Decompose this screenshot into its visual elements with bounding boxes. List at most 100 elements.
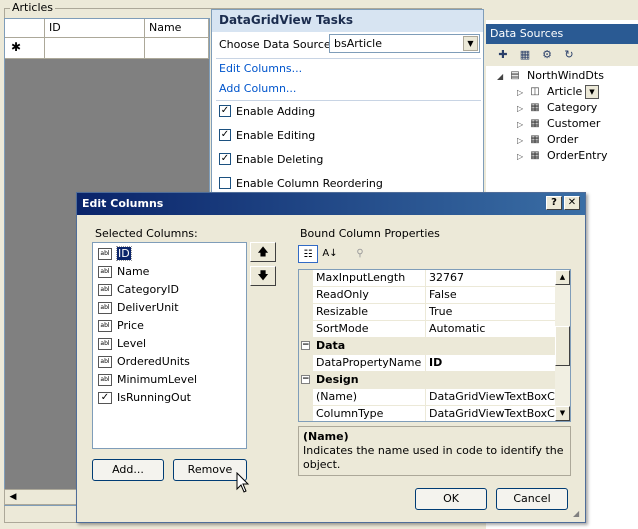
enable-editing-checkbox[interactable]: ✓ bbox=[219, 129, 231, 141]
add-column-button[interactable]: Add... bbox=[92, 459, 164, 481]
checkbox-column-icon: ✓ bbox=[98, 392, 112, 404]
property-grid-toolbar: ☷ A↓ ⚲ bbox=[298, 243, 364, 265]
articles-group-label: Articles bbox=[10, 1, 56, 14]
tree-item-category[interactable]: Category bbox=[547, 101, 597, 114]
new-row-cell-id[interactable] bbox=[45, 38, 145, 59]
chevron-down-icon[interactable]: ▼ bbox=[463, 36, 478, 51]
property-value[interactable]: DataGridViewTextBoxColu bbox=[426, 389, 555, 406]
enable-column-reordering-checkbox[interactable] bbox=[219, 177, 231, 189]
tree-item-orderentry[interactable]: OrderEntry bbox=[547, 149, 608, 162]
column-list-item-label: CategoryID bbox=[117, 283, 179, 296]
scroll-left-icon[interactable]: ◀ bbox=[6, 491, 20, 503]
data-source-dropdown[interactable]: bsArticle ▼ bbox=[329, 34, 480, 53]
expand-icon[interactable]: ▷ bbox=[517, 120, 523, 129]
enable-deleting-label: Enable Deleting bbox=[236, 153, 324, 166]
property-name: SortMode bbox=[313, 321, 426, 338]
grid-horizontal-scrollbar[interactable]: ◀ bbox=[4, 489, 78, 505]
column-list-item-label: OrderedUnits bbox=[117, 355, 190, 368]
property-value[interactable]: False bbox=[426, 287, 555, 304]
move-down-button[interactable]: 🡇 bbox=[250, 266, 276, 286]
tasks-panel-title: DataGridView Tasks bbox=[212, 10, 483, 32]
property-name: DataPropertyName bbox=[313, 355, 426, 372]
collapse-icon[interactable]: ◢ bbox=[497, 72, 503, 81]
enable-deleting-checkbox[interactable]: ✓ bbox=[219, 153, 231, 165]
table-icon: ▦ bbox=[530, 118, 540, 129]
property-category-label: Design bbox=[316, 373, 359, 386]
add-column-link[interactable]: Add Column... bbox=[219, 82, 296, 95]
property-name: ColumnType bbox=[313, 406, 426, 421]
tree-item-customer[interactable]: Customer bbox=[547, 117, 600, 130]
alphabetical-icon[interactable]: A↓ bbox=[320, 245, 340, 263]
property-category-label: Data bbox=[316, 339, 346, 352]
textbox-column-icon: abl bbox=[98, 374, 112, 386]
property-row[interactable]: ColumnTypeDataGridViewTextBoxColu bbox=[299, 406, 555, 421]
tree-root-northwinddts[interactable]: NorthWindDts bbox=[527, 69, 604, 82]
property-grid-scrollbar[interactable]: ▲ ▼ bbox=[555, 270, 570, 421]
expand-icon[interactable]: ▷ bbox=[517, 104, 523, 113]
property-row[interactable]: (Name)DataGridViewTextBoxColu bbox=[299, 389, 555, 406]
cancel-button[interactable]: Cancel bbox=[496, 488, 568, 510]
property-row[interactable]: DataPropertyName ID bbox=[299, 355, 555, 372]
edit-columns-link[interactable]: Edit Columns... bbox=[219, 62, 302, 75]
property-row-gutter bbox=[299, 287, 313, 304]
property-value[interactable]: 32767 bbox=[426, 270, 555, 287]
expand-icon[interactable]: ▷ bbox=[517, 152, 523, 161]
refresh-icon[interactable]: ↻ bbox=[561, 47, 577, 63]
expand-icon[interactable]: ▷ bbox=[517, 88, 523, 97]
property-pages-icon[interactable]: ⚲ bbox=[350, 245, 370, 263]
property-row-gutter bbox=[299, 389, 313, 406]
ok-button[interactable]: OK bbox=[415, 488, 487, 510]
move-up-button[interactable]: 🡅 bbox=[250, 242, 276, 262]
dialog-title-bar[interactable]: Edit Columns ? ✕ bbox=[77, 193, 585, 215]
property-category[interactable]: − Design bbox=[299, 372, 555, 389]
row-header-corner bbox=[5, 19, 45, 38]
property-row[interactable]: SortMode Automatic bbox=[299, 321, 555, 338]
property-row[interactable]: Resizable True bbox=[299, 304, 555, 321]
property-value[interactable]: ID bbox=[426, 355, 555, 372]
property-value[interactable]: Automatic bbox=[426, 321, 555, 338]
dataset-icon: ▤ bbox=[510, 70, 520, 81]
collapse-icon[interactable]: − bbox=[301, 341, 310, 350]
scroll-down-icon[interactable]: ▼ bbox=[555, 406, 570, 421]
tree-item-order[interactable]: Order bbox=[547, 133, 578, 146]
property-value[interactable]: True bbox=[426, 304, 555, 321]
scrollbar-thumb[interactable] bbox=[555, 326, 570, 366]
table-icon: ▦ bbox=[530, 134, 540, 145]
configure-dataset-icon[interactable]: ⚙ bbox=[539, 47, 555, 63]
collapse-icon[interactable]: − bbox=[301, 375, 310, 384]
edit-columns-dialog: Edit Columns ? ✕ Selected Columns: abl ID… bbox=[76, 192, 586, 523]
textbox-column-icon: abl bbox=[98, 302, 112, 314]
property-help-box: (Name) Indicates the name used in code t… bbox=[298, 426, 571, 476]
property-value[interactable]: DataGridViewTextBoxColu bbox=[426, 406, 555, 421]
textbox-column-icon: abl bbox=[98, 338, 112, 350]
selected-columns-list[interactable]: abl ID abl Name abl CategoryID abl DeliverUnit a… bbox=[92, 242, 247, 449]
property-row[interactable]: MaxInputLength 32767 bbox=[299, 270, 555, 287]
edit-dataset-designer-icon[interactable]: ▦ bbox=[517, 47, 533, 63]
textbox-column-icon: abl bbox=[98, 248, 112, 260]
scroll-up-icon[interactable]: ▲ bbox=[555, 270, 570, 285]
column-header-name[interactable]: Name bbox=[145, 19, 209, 38]
enable-adding-checkbox[interactable]: ✓ bbox=[219, 105, 231, 117]
resize-grip-icon[interactable]: ◢ bbox=[573, 509, 579, 518]
new-row-cell-name[interactable] bbox=[145, 38, 209, 59]
data-sources-title: Data Sources bbox=[486, 24, 638, 44]
expand-icon[interactable]: ▷ bbox=[517, 136, 523, 145]
table-icon: ▦ bbox=[530, 150, 540, 161]
tree-item-article[interactable]: Article bbox=[547, 85, 582, 98]
data-sources-toolbar: ✚ ▦ ⚙ ↻ bbox=[486, 44, 638, 66]
dialog-title: Edit Columns bbox=[82, 197, 164, 210]
help-icon[interactable]: ? bbox=[546, 196, 562, 210]
add-data-source-icon[interactable]: ✚ bbox=[495, 47, 511, 63]
column-header-id[interactable]: ID bbox=[45, 19, 145, 38]
column-list-item-label: IsRunningOut bbox=[117, 391, 191, 404]
property-row[interactable]: ReadOnly False bbox=[299, 287, 555, 304]
close-icon[interactable]: ✕ bbox=[564, 196, 580, 210]
categorized-icon[interactable]: ☷ bbox=[298, 245, 318, 263]
choose-data-source-label: Choose Data Source: bbox=[219, 38, 335, 51]
property-grid[interactable]: MaxInputLength 32767 ReadOnly False Resizabl… bbox=[298, 269, 571, 422]
property-category[interactable]: − Data bbox=[299, 338, 555, 355]
data-source-value: bsArticle bbox=[334, 37, 383, 50]
chevron-down-icon[interactable]: ▼ bbox=[585, 85, 599, 99]
enable-adding-label: Enable Adding bbox=[236, 105, 316, 118]
property-name: ReadOnly bbox=[313, 287, 426, 304]
